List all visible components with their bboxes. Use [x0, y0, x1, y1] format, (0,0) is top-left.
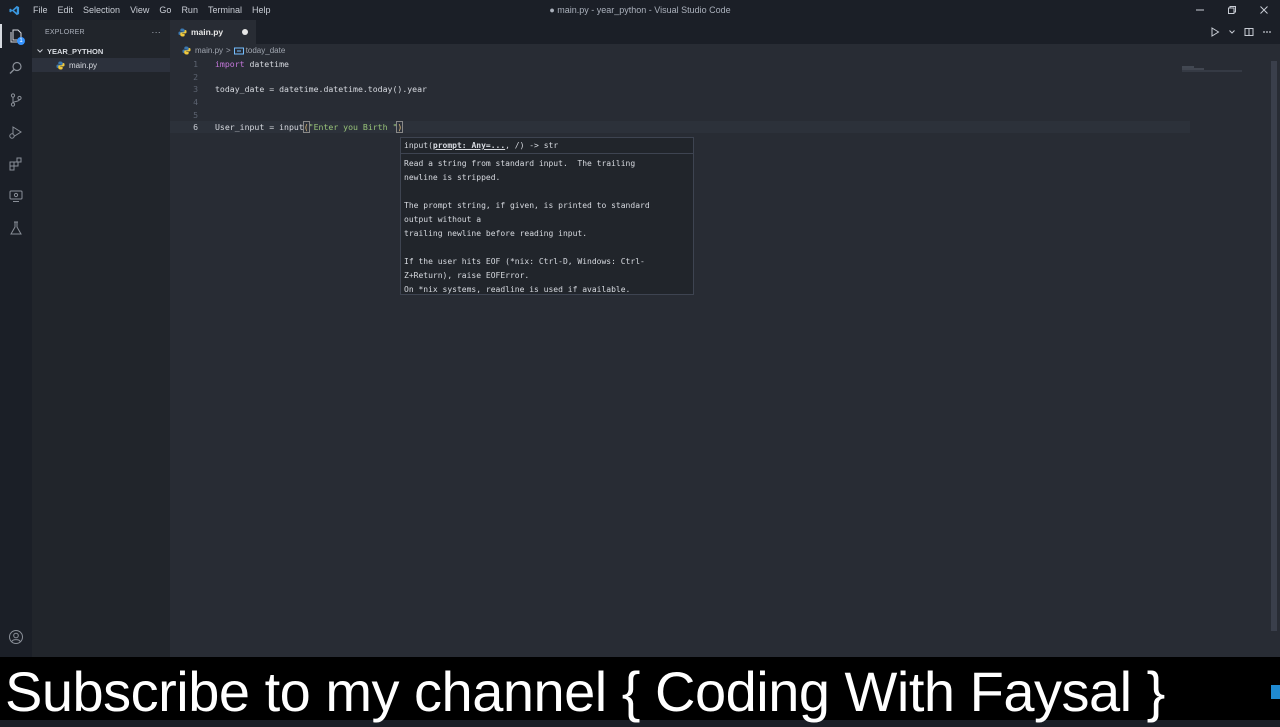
tab-main-py[interactable]: main.py	[170, 20, 256, 44]
menu-go[interactable]: Go	[154, 0, 176, 20]
accounts-activity-button[interactable]	[0, 621, 32, 653]
import-keyword: import	[215, 59, 245, 69]
menu-edit[interactable]: Edit	[53, 0, 79, 20]
activity-bar: 1	[0, 20, 32, 657]
breadcrumb-separator: >	[226, 46, 231, 55]
line-6-assign: User_input = input	[215, 122, 304, 132]
close-window-button[interactable]	[1248, 0, 1280, 20]
split-editor-icon[interactable]	[1244, 27, 1254, 37]
chevron-down-icon	[37, 49, 43, 53]
prompt-string: "Enter you Birth "	[308, 122, 398, 132]
close-paren: )	[396, 121, 404, 133]
code-line-5: 5	[170, 109, 1190, 121]
line-number: 3	[193, 84, 198, 94]
menu-file[interactable]: File	[28, 0, 53, 20]
import-module: datetime	[244, 59, 289, 69]
minimize-icon	[1196, 9, 1204, 11]
more-actions-icon[interactable]	[1262, 27, 1272, 37]
line-3-code: today_date = datetime.datetime.today().y…	[215, 84, 427, 94]
account-icon	[9, 630, 23, 644]
run-dropdown-chevron-icon[interactable]	[1228, 28, 1236, 36]
changes-badge: 1	[17, 37, 25, 45]
explorer-sidebar: EXPLORER ··· YEAR_PYTHON main.py	[32, 20, 170, 657]
explorer-header: EXPLORER ···	[32, 20, 170, 44]
line-number: 4	[193, 97, 198, 107]
line-number: 1	[193, 59, 198, 69]
explorer-more-actions-button[interactable]: ···	[151, 27, 161, 37]
signature-prefix: input(	[404, 141, 433, 150]
active-parameter: prompt: Any=...	[432, 141, 506, 150]
title-bar: File Edit Selection View Go Run Terminal…	[0, 0, 1280, 20]
function-signature: input(prompt: Any=..., /) -> str	[401, 138, 693, 154]
run-debug-activity-button[interactable]	[0, 116, 32, 148]
menu-terminal[interactable]: Terminal	[203, 0, 247, 20]
minimize-button[interactable]	[1184, 0, 1216, 20]
run-debug-icon	[9, 126, 22, 139]
python-file-icon	[178, 27, 187, 37]
code-line-1: 1 import datetime	[170, 58, 1190, 70]
explorer-activity-button[interactable]: 1	[0, 20, 32, 52]
window-controls	[1184, 0, 1280, 20]
restore-button[interactable]	[1216, 0, 1248, 20]
minimap[interactable]	[1182, 59, 1242, 72]
scrollbar-thumb[interactable]	[1271, 61, 1277, 631]
editor-actions	[1210, 20, 1272, 44]
testing-activity-button[interactable]	[0, 212, 32, 244]
search-activity-button[interactable]	[0, 52, 32, 84]
line-number: 5	[193, 110, 198, 120]
editor-tabs: main.py	[170, 20, 1280, 44]
breadcrumb-file[interactable]: main.py	[195, 46, 223, 55]
extensions-icon	[9, 157, 22, 171]
menu-run[interactable]: Run	[176, 0, 203, 20]
menu-selection[interactable]: Selection	[78, 0, 125, 20]
code-line-4: 4	[170, 96, 1190, 108]
subscribe-banner: Subscribe to my channel { Coding With Fa…	[0, 657, 1280, 723]
restore-icon	[1228, 6, 1236, 14]
file-label: main.py	[69, 60, 98, 70]
folder-label: YEAR_PYTHON	[47, 46, 104, 56]
variable-symbol-icon	[233, 47, 244, 54]
breadcrumb-symbol[interactable]: today_date	[246, 46, 286, 55]
run-python-file-icon[interactable]	[1210, 27, 1220, 37]
source-control-activity-button[interactable]	[0, 84, 32, 116]
close-icon	[1260, 6, 1268, 14]
parameter-hint-popup: input(prompt: Any=..., /) -> str Read a …	[400, 137, 694, 295]
editor-scrollbar[interactable]	[1268, 57, 1280, 657]
code-line-6: 6 User_input = input("Enter you Birth ")	[170, 121, 1190, 133]
unsaved-dot-icon[interactable]	[242, 29, 248, 35]
flask-icon	[10, 221, 22, 235]
docstring: Read a string from standard input. The t…	[404, 159, 650, 294]
source-control-icon	[10, 93, 22, 107]
explorer-title: EXPLORER	[45, 28, 85, 36]
code-editor[interactable]: 1 import datetime 2 3 today_date = datet…	[170, 57, 1268, 657]
signature-suffix: , /) -> str	[505, 141, 559, 150]
python-file-icon	[182, 46, 191, 55]
code-line-3: 3 today_date = datetime.datetime.today()…	[170, 83, 1190, 95]
vscode-logo-icon	[0, 0, 28, 20]
line-number: 6	[193, 122, 198, 132]
menu-view[interactable]: View	[125, 0, 154, 20]
banner-text: Subscribe to my channel { Coding With Fa…	[5, 660, 1165, 723]
tab-label: main.py	[191, 27, 224, 37]
code-line-2: 2	[170, 71, 1190, 83]
extensions-activity-button[interactable]	[0, 148, 32, 180]
banner-corner-marker	[1271, 685, 1280, 699]
remote-explorer-activity-button[interactable]	[0, 180, 32, 212]
line-number: 2	[193, 72, 198, 82]
breadcrumb: main.py > today_date	[170, 44, 1280, 57]
folder-year-python[interactable]: YEAR_PYTHON	[32, 44, 170, 58]
remote-monitor-icon	[9, 190, 23, 202]
python-file-icon	[56, 60, 65, 70]
file-main-py[interactable]: main.py	[32, 58, 170, 72]
menu-help[interactable]: Help	[247, 0, 276, 20]
search-icon	[9, 61, 22, 74]
